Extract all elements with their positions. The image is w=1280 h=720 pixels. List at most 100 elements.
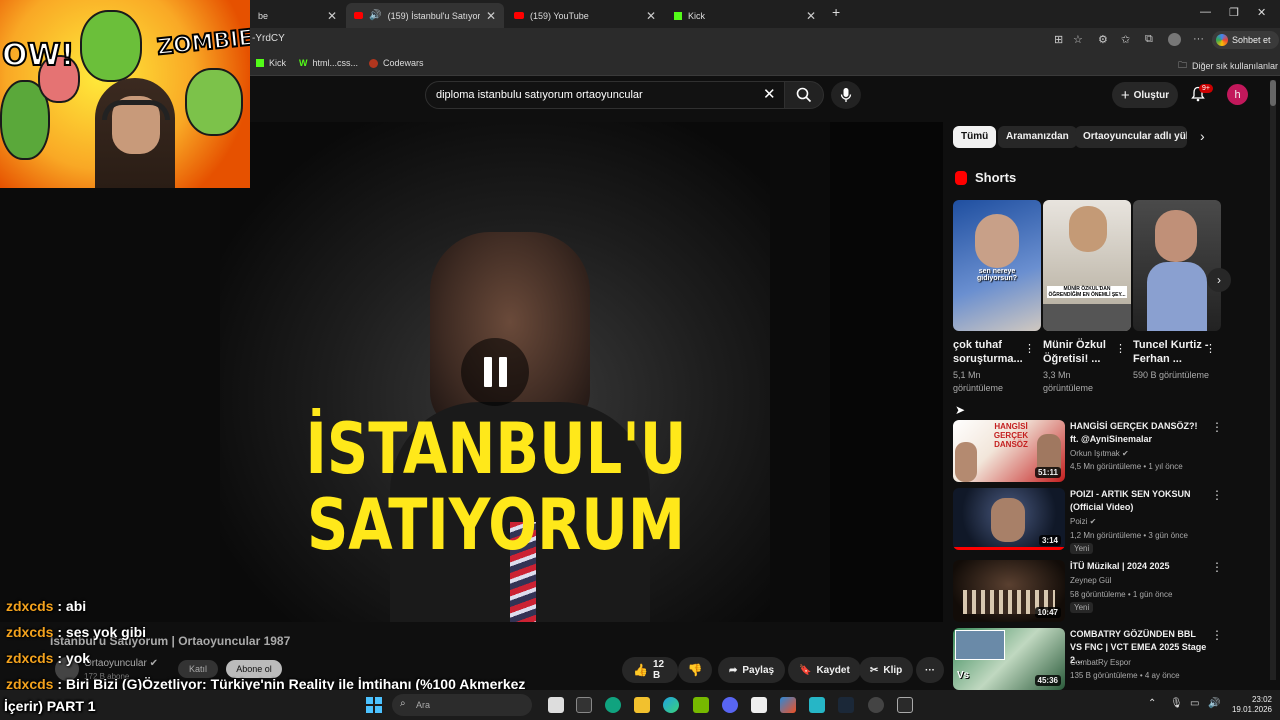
short-thumbnail[interactable]: sen nereye gidiyorsun? (953, 200, 1041, 331)
favorite-star-icon[interactable]: ☆ (1073, 33, 1083, 46)
microphone-icon[interactable]: 🎙 (1170, 698, 1183, 709)
create-button[interactable]: + Oluştur (1112, 82, 1178, 108)
app-icon[interactable] (809, 697, 825, 713)
video-thumbnail: 3:14 (953, 488, 1065, 550)
close-icon[interactable]: ✕ (486, 9, 496, 23)
recommended-video[interactable]: HANGİSİ GERÇEK DANSÖZ 51:11 HANGİSİ GERÇ… (953, 420, 1223, 484)
steam-icon[interactable] (838, 697, 854, 713)
url-text[interactable]: -YrdCY (252, 33, 285, 44)
video-player[interactable]: İSTANBUL'U SATIYORUM (0, 122, 943, 622)
account-avatar[interactable]: h (1227, 84, 1248, 105)
plus-icon: + (1120, 86, 1130, 104)
short-views: 590 B görüntüleme (1133, 370, 1210, 380)
other-bookmarks[interactable]: 🗀 Diğer sık kullanılanlar (1178, 58, 1278, 74)
pause-button[interactable] (461, 338, 529, 406)
video-channel: Zeynep Gül (1070, 576, 1112, 585)
bookmark-html-css[interactable]: Whtml...css... (299, 58, 358, 68)
chip-all[interactable]: Tümü (953, 126, 997, 148)
new-tab-button[interactable]: + (832, 4, 840, 20)
video-title: İTÜ Müzikal | 2024 2025 (1070, 561, 1170, 571)
short-title[interactable]: Tuncel Kurtiz - Ferhan ... (1133, 338, 1211, 366)
video-duration: 3:14 (1038, 535, 1061, 546)
short-menu-icon[interactable]: ⋮ (1205, 342, 1216, 355)
chatgpt-icon[interactable] (605, 697, 621, 713)
tab-kick[interactable]: Kick ✕ (666, 3, 824, 28)
profile-icon[interactable] (1168, 33, 1181, 46)
tab-active-video[interactable]: 🔊 (159) İstanbul'u Satıyorum | O ✕ (346, 3, 504, 28)
bookmark-kick[interactable]: Kick (256, 58, 286, 68)
short-thumbnail[interactable] (1133, 200, 1221, 331)
app-icon[interactable]: ⊞ (1054, 33, 1063, 46)
clip-button[interactable]: ✂ Klip (859, 657, 914, 683)
recommended-video[interactable]: Vs 45:36 COMBATRY GÖZÜNDEN BBL VS FNC | … (953, 628, 1223, 692)
network-icon[interactable]: ▭ (1190, 698, 1199, 709)
voice-search-button[interactable] (831, 81, 861, 109)
start-windows-icon[interactable] (366, 697, 382, 713)
shorts-next-button[interactable]: › (1207, 268, 1231, 292)
share-button[interactable]: ➦ Paylaş (718, 657, 786, 683)
volume-icon[interactable]: 🔊 (1208, 698, 1220, 709)
restore-button[interactable]: ❐ (1229, 6, 1239, 19)
task-view-icon[interactable] (548, 697, 564, 713)
youtube-icon (514, 12, 524, 19)
chat-username: zdxcds (6, 598, 54, 614)
scrollbar-thumb[interactable] (1270, 80, 1276, 106)
mouse-cursor-icon: ➤ (955, 403, 966, 417)
clear-search-icon[interactable]: ✕ (763, 85, 776, 103)
recommended-video[interactable]: 3:14 POIZI - ARTIK SEN YOKSUN (Official … (953, 488, 1223, 554)
nvidia-icon[interactable] (693, 697, 709, 713)
chip-channel-uploads[interactable]: Ortaoyuncular adlı yükle (1075, 126, 1187, 148)
copilot-icon[interactable] (780, 697, 796, 713)
edge-icon[interactable] (663, 697, 679, 713)
short-menu-icon[interactable]: ⋮ (1024, 342, 1035, 355)
file-explorer-icon[interactable] (634, 697, 650, 713)
short-title[interactable]: çok tuhaf soruşturma... (953, 338, 1031, 366)
close-icon[interactable]: ✕ (646, 9, 656, 23)
more-icon[interactable]: ··· (1193, 33, 1204, 45)
speaker-icon[interactable]: 🔊 (369, 10, 381, 21)
video-side-panel (830, 122, 943, 622)
app-icon[interactable] (576, 697, 592, 713)
dislike-button[interactable]: 👎 (678, 657, 712, 683)
channel-text: Orkun Işıtmak (1070, 449, 1120, 458)
epic-games-icon[interactable] (897, 697, 913, 713)
search-button[interactable] (784, 81, 824, 109)
close-icon[interactable]: ✕ (327, 9, 337, 23)
short-thumb-text: sen nereye gidiyorsun? (976, 268, 1018, 282)
chevron-right-icon[interactable]: › (1200, 128, 1205, 144)
video-menu-icon[interactable]: ⋮ (1211, 488, 1223, 502)
close-icon[interactable]: ✕ (806, 9, 816, 23)
search-input[interactable]: diploma istanbulu satıyorum ortaoyuncula… (425, 81, 790, 109)
chip-from-search[interactable]: Aramanızdan (998, 126, 1077, 148)
more-actions-button[interactable]: ··· (916, 657, 944, 683)
short-menu-icon[interactable]: ⋮ (1115, 342, 1126, 355)
tab-partial[interactable]: be ✕ (250, 3, 345, 28)
page-scrollbar[interactable] (1270, 80, 1276, 680)
short-title[interactable]: Münir Özkul Öğretisi! ... (1043, 338, 1121, 366)
collections-icon[interactable]: ⧉ (1145, 33, 1153, 46)
obs-icon[interactable] (868, 697, 884, 713)
zombie-head-art (80, 10, 142, 82)
channel-name[interactable]: Ortaoyuncular ✔ (84, 658, 158, 669)
recommended-video[interactable]: 10:47 İTÜ Müzikal | 2024 2025 Zeynep Gül… (953, 560, 1223, 624)
video-menu-icon[interactable]: ⋮ (1211, 560, 1223, 574)
video-menu-icon[interactable]: ⋮ (1211, 628, 1223, 642)
taskbar-search-box[interactable]: Ara (392, 694, 532, 716)
video-menu-icon[interactable]: ⋮ (1211, 420, 1223, 434)
show-hidden-icons-chevron[interactable]: ⌃ (1148, 698, 1156, 709)
bookmark-icon: 🔖 (799, 664, 812, 676)
discord-icon[interactable] (722, 697, 738, 713)
short-thumbnail[interactable]: MÜNİR ÖZKUL'DAN ÖĞRENDİĞİM EN ÖNEMLİ ŞEY… (1043, 200, 1131, 331)
close-window-button[interactable]: ✕ (1257, 6, 1266, 19)
notepad-icon[interactable] (751, 697, 767, 713)
like-button[interactable]: 👍 12 B (622, 657, 678, 683)
save-button[interactable]: 🔖 Kaydet (788, 657, 861, 683)
bookmark-codewars[interactable]: Codewars (369, 58, 424, 68)
tab-youtube[interactable]: (159) YouTube ✕ (506, 3, 664, 28)
minimize-button[interactable]: — (1200, 6, 1211, 18)
favorites-icon[interactable]: ✩ (1121, 33, 1130, 46)
copilot-chat-button[interactable]: Sohbet et (1212, 31, 1279, 49)
taskbar-clock[interactable]: 23:02 19.01.2026 (1228, 695, 1272, 715)
bookmark-label: Diğer sık kullanılanlar (1192, 61, 1279, 71)
extension-icon[interactable]: ⚙ (1098, 33, 1108, 46)
